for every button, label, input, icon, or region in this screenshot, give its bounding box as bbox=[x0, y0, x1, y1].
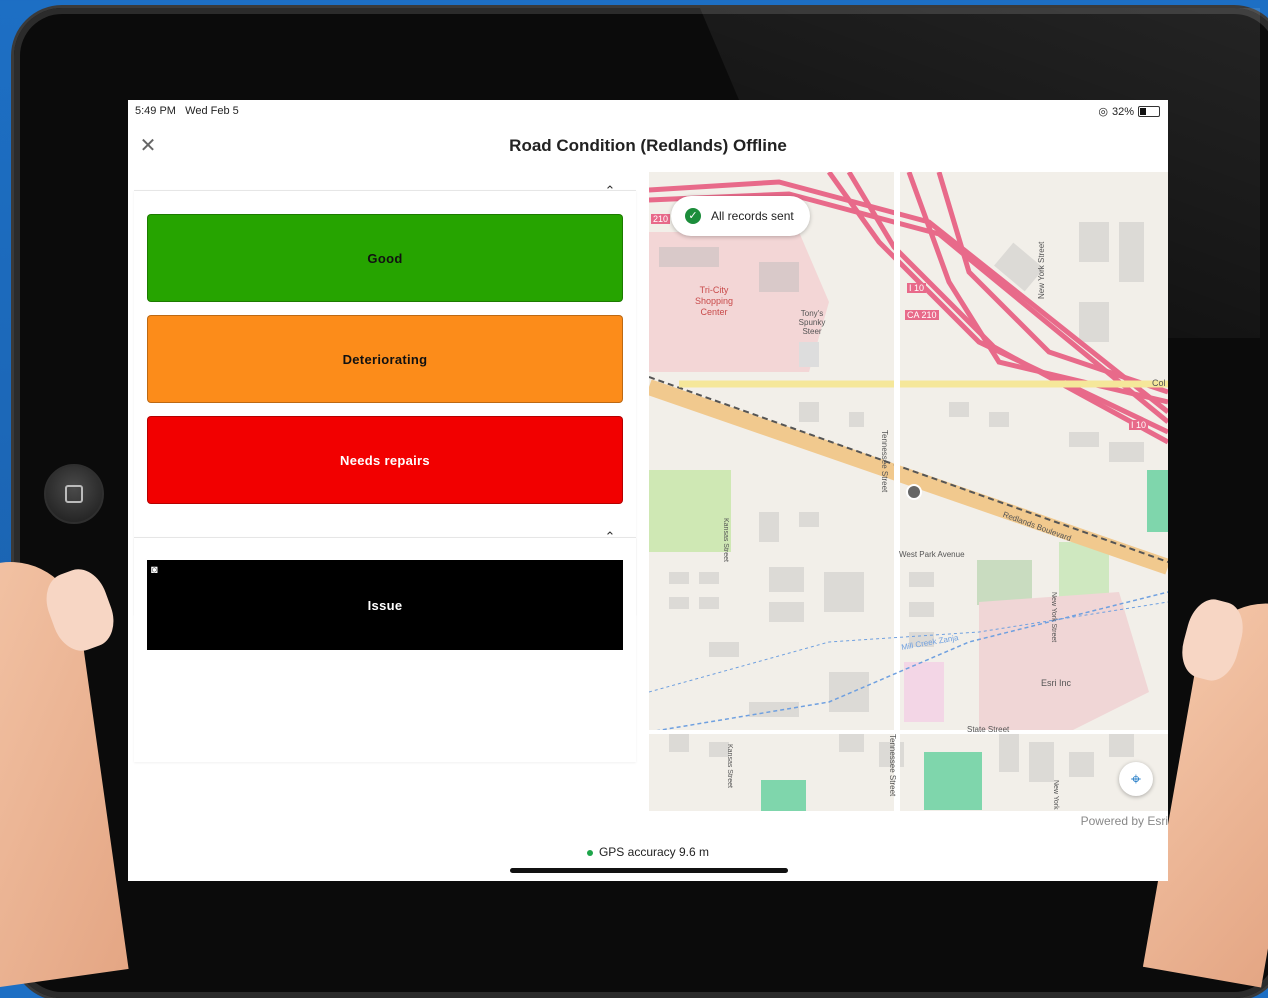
map-label-i210: 210 bbox=[651, 214, 671, 224]
map-attribution[interactable]: Powered by Esri bbox=[1081, 814, 1168, 828]
map-label-state: State Street bbox=[967, 725, 1010, 734]
map-label-kansas2: Kansas Street bbox=[726, 744, 733, 788]
issue-button[interactable]: ◙ Issue bbox=[147, 560, 623, 650]
gps-status: GPS accuracy 9.6 m bbox=[128, 845, 1168, 859]
locate-icon[interactable]: ⌖ bbox=[1119, 762, 1153, 796]
home-button[interactable] bbox=[44, 464, 104, 524]
status-time: 5:49 PM Wed Feb 5 bbox=[135, 105, 239, 117]
needs-repairs-label: Needs repairs bbox=[340, 452, 430, 468]
needs-repairs-button[interactable]: Needs repairs bbox=[147, 416, 623, 504]
battery-icon bbox=[1138, 106, 1160, 117]
issue-label: Issue bbox=[367, 597, 403, 613]
map-label-tonys: Tony's Spunky Steer bbox=[798, 309, 826, 336]
sync-toast: ✓ All records sent bbox=[671, 196, 810, 236]
map-label-tennessee2: Tennessee Street bbox=[888, 734, 897, 797]
home-indicator[interactable] bbox=[510, 868, 788, 873]
status-bar: 5:49 PM Wed Feb 5 ◎ 32% bbox=[128, 100, 1168, 122]
basemap bbox=[649, 172, 1168, 811]
map-label-esri: Esri Inc bbox=[1041, 678, 1072, 688]
status-date: Wed Feb 5 bbox=[185, 105, 239, 117]
check-circle-icon: ✓ bbox=[685, 208, 701, 224]
map-label-tennessee1: Tennessee Street bbox=[880, 430, 889, 493]
map-label-ny2: New York Street bbox=[1050, 592, 1057, 643]
map-label-ny3: New York bbox=[1052, 780, 1059, 810]
deteriorating-button[interactable]: Deteriorating bbox=[147, 315, 623, 403]
wifi-icon: ◎ bbox=[1098, 106, 1108, 118]
map-label-ny1: New York Street bbox=[1037, 241, 1046, 299]
chevron-up-icon[interactable]: ⌃ bbox=[602, 529, 618, 545]
battery-percent: 32% bbox=[1111, 105, 1134, 118]
map-label-ca210: CA 210 bbox=[905, 310, 939, 320]
page-title: Road Condition (Redlands) Offline bbox=[509, 136, 787, 155]
issue-group: ⌃ ◙ Issue bbox=[134, 529, 636, 762]
map-label-kansas1: Kansas Street bbox=[722, 518, 729, 562]
good-label: Good bbox=[367, 250, 403, 266]
map-label-westpark: West Park Avenue bbox=[899, 550, 965, 559]
map-label-shopping: Tri-City Shopping Center bbox=[694, 285, 734, 317]
status-clock: 5:49 PM bbox=[135, 105, 176, 117]
map-label-i10a: I 10 bbox=[907, 283, 927, 293]
camera-icon: ◙ bbox=[151, 564, 158, 576]
good-button[interactable]: Good bbox=[147, 214, 623, 302]
map-label-i10b: I 10 bbox=[1129, 420, 1149, 430]
toast-text: All records sent bbox=[711, 209, 794, 223]
chevron-up-icon[interactable]: ⌃ bbox=[602, 183, 618, 199]
gps-accuracy-text: GPS accuracy 9.6 m bbox=[598, 845, 710, 859]
app-screen: 5:49 PM Wed Feb 5 ◎ 32% ✕ Road Condition… bbox=[128, 100, 1168, 881]
map-label-col: Col bbox=[1152, 378, 1166, 388]
map-view[interactable]: 210 Tri-City Shopping Center Tony's Spun… bbox=[649, 172, 1168, 811]
status-right: ◎ 32% bbox=[1098, 105, 1160, 118]
deteriorating-label: Deteriorating bbox=[342, 351, 428, 367]
gps-dot-icon bbox=[586, 849, 593, 856]
